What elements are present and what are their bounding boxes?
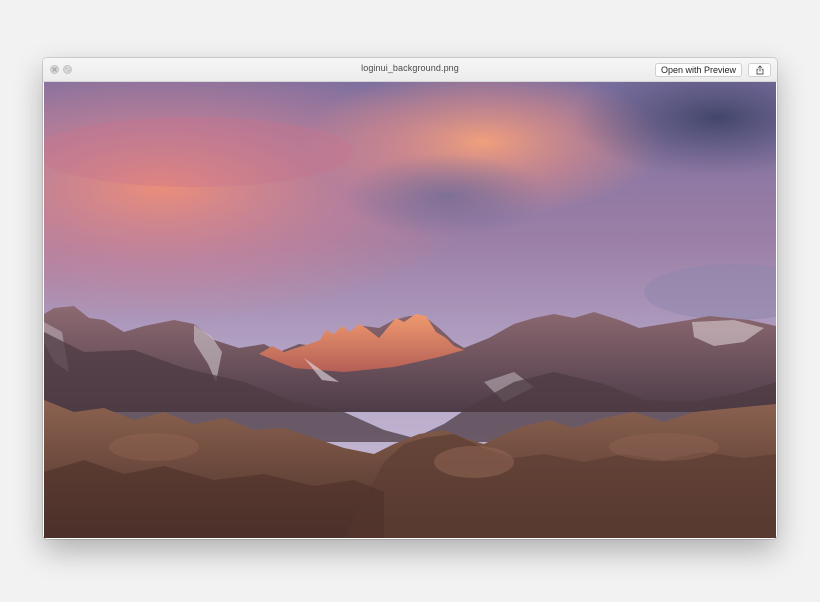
preview-image	[44, 82, 776, 538]
open-with-preview-button[interactable]: Open with Preview	[655, 63, 742, 77]
share-icon	[756, 65, 764, 75]
window-titlebar[interactable]: loginui_background.png Open with Preview	[43, 58, 777, 82]
quick-look-window: loginui_background.png Open with Preview	[43, 58, 777, 539]
share-button[interactable]	[748, 63, 771, 77]
